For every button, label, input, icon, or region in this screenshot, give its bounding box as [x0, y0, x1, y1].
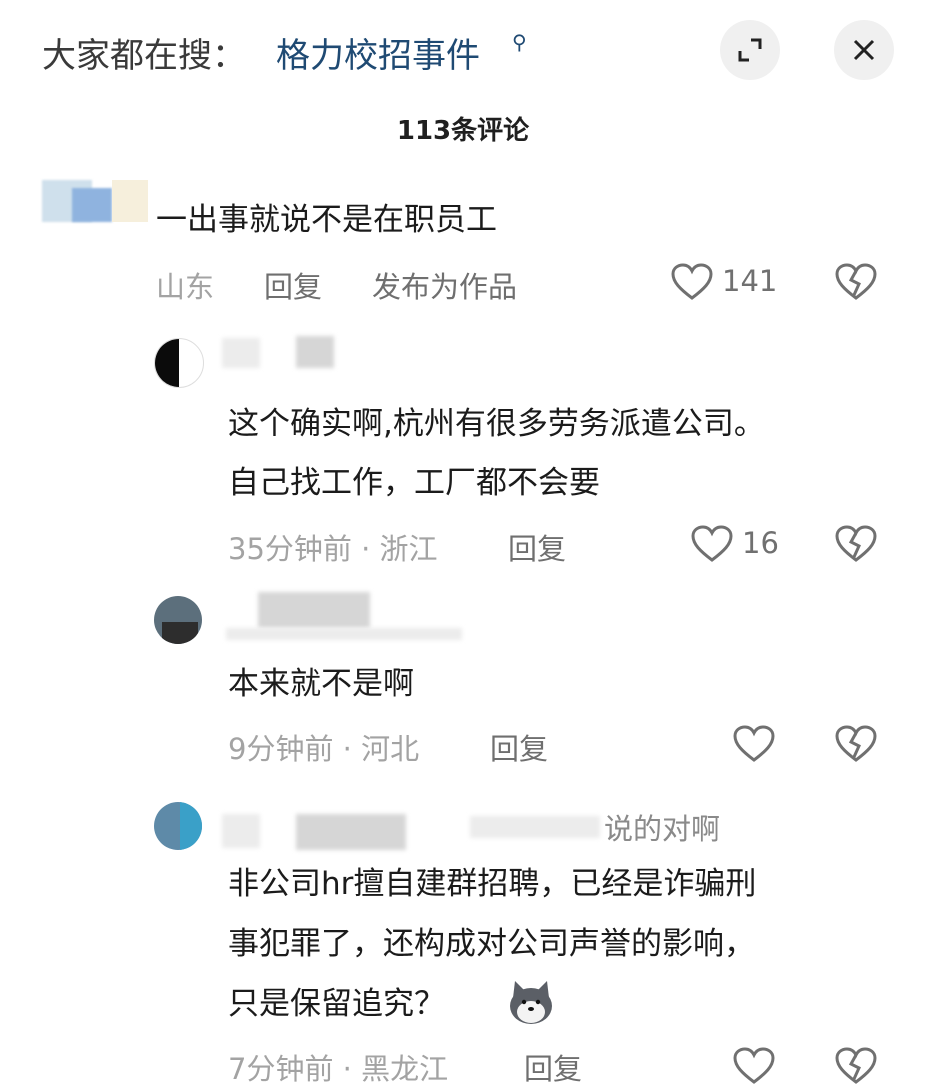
dislike-broken-heart-icon[interactable]: [834, 262, 878, 302]
dislike-broken-heart-icon[interactable]: [834, 1046, 878, 1086]
reply-text-line-2: 事犯罪了，还构成对公司声誉的影响，: [228, 926, 755, 962]
avatar[interactable]: [42, 180, 148, 222]
reply-avatar[interactable]: [154, 338, 204, 388]
search-icon: ⚲: [512, 30, 527, 54]
reply-text-line-3: 只是保留追究？: [228, 986, 445, 1022]
like-heart-icon[interactable]: [732, 724, 776, 764]
close-button[interactable]: [834, 20, 894, 80]
close-icon: [853, 39, 875, 61]
reply-username-visible[interactable]: 说的对啊: [604, 806, 720, 848]
reply-button[interactable]: 回复: [490, 726, 548, 768]
username-redacted[interactable]: [296, 814, 406, 850]
reply-time-location: 9分钟前 · 河北: [228, 732, 420, 766]
reply-text: 本来就不是啊: [228, 666, 414, 702]
reply-time-location: 35分钟前 · 浙江: [228, 532, 438, 566]
reply-avatar[interactable]: [154, 802, 202, 850]
like-count: 141: [722, 264, 778, 298]
reply-button[interactable]: 回复: [524, 1046, 582, 1088]
dog-emoji-icon: [510, 981, 552, 1024]
username-redacted: [226, 628, 462, 640]
like-heart-icon[interactable]: [690, 524, 734, 564]
reply-text-line-1: 非公司hr擅自建群招聘，已经是诈骗刑: [228, 866, 757, 902]
expand-button[interactable]: [720, 20, 780, 80]
comment-count-title: 113条评论: [396, 116, 530, 146]
comment-location: 山东: [156, 270, 215, 304]
expand-icon: [738, 38, 762, 62]
trending-search-link[interactable]: 格力校招事件: [276, 28, 480, 77]
reply-time-location: 7分钟前 · 黑龙江: [228, 1052, 449, 1086]
reply-button[interactable]: 回复: [508, 526, 566, 568]
reply-text-line-1: 这个确实啊,杭州有很多劳务派遣公司。: [228, 406, 765, 442]
username-redacted[interactable]: [222, 338, 260, 368]
like-heart-icon[interactable]: [732, 1046, 776, 1086]
username-redacted[interactable]: [258, 592, 370, 628]
username-redacted: [470, 816, 600, 838]
like-count: 16: [742, 526, 779, 560]
dislike-broken-heart-icon[interactable]: [834, 724, 878, 764]
like-heart-icon[interactable]: [670, 262, 714, 302]
dislike-broken-heart-icon[interactable]: [834, 524, 878, 564]
reply-button[interactable]: 回复: [264, 264, 322, 306]
search-prefix: 大家都在搜：: [42, 36, 246, 76]
reply-text-line-2: 自己找工作，工厂都不会要: [228, 465, 600, 501]
username-redacted[interactable]: [222, 814, 260, 848]
comment-text: 一出事就说不是在职员工: [156, 202, 497, 238]
reply-avatar[interactable]: [154, 596, 202, 644]
username-redacted[interactable]: [296, 336, 334, 368]
publish-as-work-button[interactable]: 发布为作品: [372, 264, 517, 306]
